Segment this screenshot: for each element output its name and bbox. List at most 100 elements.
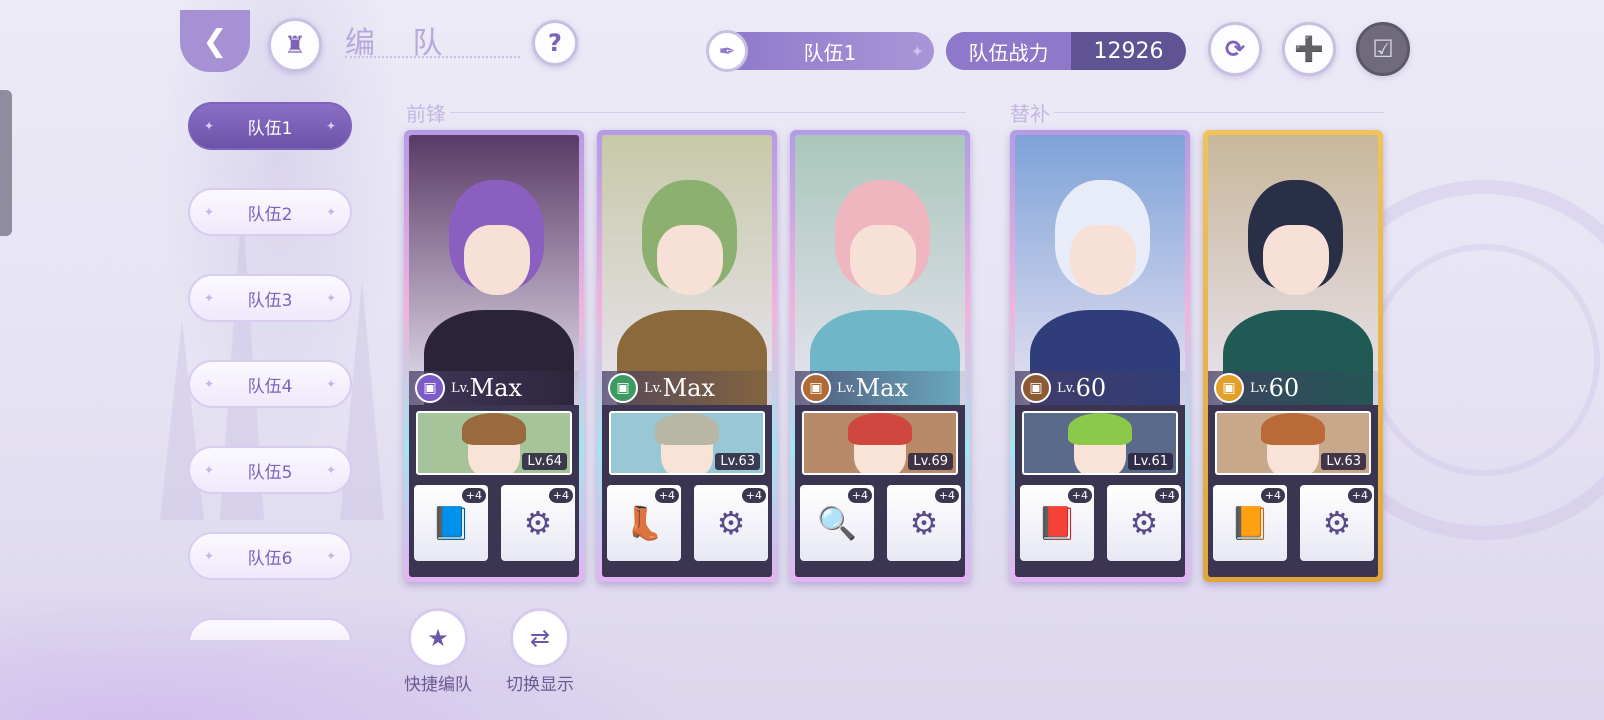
team-list[interactable]: ✦ 队伍1 ✦ ✦ 队伍2 ✦ ✦ 队伍3 ✦ ✦ 队伍4 ✦ ✦ 队伍5 ✦ … bbox=[188, 100, 352, 640]
team-tab-5[interactable]: ✦ 队伍5 ✦ bbox=[188, 446, 352, 494]
back-arrow-icon: ❮ bbox=[202, 23, 228, 59]
support-area: Lv.61 📕 +4 ⚙ +4 bbox=[1015, 405, 1185, 577]
equipment-icon: ⚙ bbox=[523, 504, 553, 542]
boot-icon: ▣ bbox=[608, 373, 638, 403]
team-selector[interactable]: ✒ 队伍1 ✦ bbox=[706, 30, 934, 72]
level-row: ▣ Lv. Max bbox=[602, 371, 772, 405]
enhance-badge: +4 bbox=[847, 488, 872, 503]
support-area: Lv.69 🔍 +4 ⚙ +4 bbox=[795, 405, 965, 577]
section-divider bbox=[1054, 112, 1384, 113]
character-face bbox=[850, 225, 916, 295]
level-prefix: Lv. bbox=[1057, 380, 1076, 396]
level-prefix: Lv. bbox=[644, 380, 663, 396]
help-icon: ? bbox=[548, 29, 562, 57]
equipment-slot[interactable]: 👢 +4 bbox=[607, 485, 681, 561]
switch-display-button[interactable]: ⇄ 切换显示 bbox=[500, 608, 580, 695]
character-portrait bbox=[795, 135, 965, 420]
character-card[interactable]: ▣ Lv. Max Lv.64 📘 +4 ⚙ +4 bbox=[404, 130, 584, 582]
team-power-label: 队伍战力 bbox=[946, 32, 1071, 70]
team-power-value: 12926 bbox=[1093, 38, 1164, 64]
sparkle-icon: ✦ bbox=[204, 205, 215, 219]
character-face bbox=[657, 225, 723, 295]
equipment-slot[interactable]: 🔍 +4 bbox=[800, 485, 874, 561]
equipment-slot[interactable]: ⚙ +4 bbox=[1107, 485, 1181, 561]
equipment-icon: 👢 bbox=[624, 504, 664, 542]
support-level: Lv.63 bbox=[715, 453, 760, 470]
equipment-slot[interactable]: 📕 +4 bbox=[1020, 485, 1094, 561]
back-button[interactable]: ❮ bbox=[180, 10, 250, 72]
character-card[interactable]: ▣ Lv. 60 Lv.61 📕 +4 ⚙ +4 bbox=[1010, 130, 1190, 582]
book-icon: ▣ bbox=[1021, 373, 1051, 403]
character-card[interactable]: ▣ Lv. 60 Lv.63 📙 +4 ⚙ +4 bbox=[1203, 130, 1383, 582]
team-tab-label: 队伍1 bbox=[247, 118, 293, 139]
team-tab-6[interactable]: ✦ 队伍6 ✦ bbox=[188, 532, 352, 580]
card-inner: ▣ Lv. Max Lv.63 👢 +4 ⚙ +4 bbox=[602, 135, 772, 577]
sparkle-icon: ✦ bbox=[204, 377, 215, 391]
character-face bbox=[464, 225, 530, 295]
add-copy-icon: ➕ bbox=[1294, 35, 1324, 63]
team-tab-label: 队伍6 bbox=[247, 548, 293, 569]
character-face bbox=[1263, 225, 1329, 295]
confirm-button[interactable]: ☑ bbox=[1356, 22, 1410, 76]
home-button[interactable]: ♜ bbox=[268, 18, 322, 72]
support-hair bbox=[655, 413, 719, 445]
team-tab-label: 队伍5 bbox=[247, 462, 293, 483]
equipment-slot[interactable]: ⚙ +4 bbox=[501, 485, 575, 561]
character-portrait bbox=[1208, 135, 1378, 420]
enhance-badge: +4 bbox=[461, 488, 486, 503]
support-character[interactable]: Lv.63 bbox=[1215, 411, 1371, 475]
feather-icon: ✒ bbox=[706, 30, 748, 72]
support-character[interactable]: Lv.63 bbox=[609, 411, 765, 475]
team-tab-3[interactable]: ✦ 队伍3 ✦ bbox=[188, 274, 352, 322]
level-prefix: Lv. bbox=[837, 380, 856, 396]
character-card[interactable]: ▣ Lv. Max Lv.69 🔍 +4 ⚙ +4 bbox=[790, 130, 970, 582]
enhance-badge: +4 bbox=[654, 488, 679, 503]
team-tab-2[interactable]: ✦ 队伍2 ✦ bbox=[188, 188, 352, 236]
team-tab-7-partial[interactable] bbox=[188, 618, 352, 640]
enhance-badge: +4 bbox=[548, 488, 573, 503]
level-value: Max bbox=[855, 374, 908, 402]
equipment-slot[interactable]: ⚙ +4 bbox=[1300, 485, 1374, 561]
support-character[interactable]: Lv.69 bbox=[802, 411, 958, 475]
support-character[interactable]: Lv.64 bbox=[416, 411, 572, 475]
team-tab-4[interactable]: ✦ 队伍4 ✦ bbox=[188, 360, 352, 408]
sparkle-icon: ✦ bbox=[204, 291, 215, 305]
add-team-button[interactable]: ➕ bbox=[1282, 22, 1336, 76]
quick-formation-button[interactable]: ★ 快捷编队 bbox=[398, 608, 478, 695]
equipment-slot[interactable]: 📙 +4 bbox=[1213, 485, 1287, 561]
card-inner: ▣ Lv. Max Lv.69 🔍 +4 ⚙ +4 bbox=[795, 135, 965, 577]
level-value: Max bbox=[469, 374, 522, 402]
refresh-icon: ⟳ bbox=[1224, 35, 1246, 63]
side-edge-tab[interactable] bbox=[0, 90, 12, 236]
level-row: ▣ Lv. Max bbox=[409, 371, 579, 405]
equipment-icon: ⚙ bbox=[1129, 504, 1159, 542]
equipment-slot[interactable]: ⚙ +4 bbox=[694, 485, 768, 561]
enhance-badge: +4 bbox=[1347, 488, 1372, 503]
title-decoration bbox=[345, 56, 520, 62]
level-value: Max bbox=[662, 374, 715, 402]
character-card[interactable]: ▣ Lv. Max Lv.63 👢 +4 ⚙ +4 bbox=[597, 130, 777, 582]
book-icon: ▣ bbox=[415, 373, 445, 403]
team-tab-1[interactable]: ✦ 队伍1 ✦ bbox=[188, 102, 352, 150]
support-character[interactable]: Lv.61 bbox=[1022, 411, 1178, 475]
equipment-icon: 🔍 bbox=[817, 504, 857, 542]
refresh-button[interactable]: ⟳ bbox=[1208, 22, 1262, 76]
switch-display-label: 切换显示 bbox=[506, 675, 574, 695]
checklist-icon: ☑ bbox=[1372, 35, 1394, 63]
enhance-badge: +4 bbox=[1260, 488, 1285, 503]
sparkle-icon: ✦ bbox=[325, 549, 336, 563]
support-level: Lv.64 bbox=[522, 453, 567, 470]
character-portrait bbox=[602, 135, 772, 420]
equipment-icon: 📘 bbox=[431, 504, 471, 542]
character-face bbox=[1070, 225, 1136, 295]
equipment-slot[interactable]: ⚙ +4 bbox=[887, 485, 961, 561]
card-inner: ▣ Lv. 60 Lv.61 📕 +4 ⚙ +4 bbox=[1015, 135, 1185, 577]
help-button[interactable]: ? bbox=[532, 20, 578, 66]
level-row: ▣ Lv. 60 bbox=[1015, 371, 1185, 405]
support-area: Lv.64 📘 +4 ⚙ +4 bbox=[409, 405, 579, 577]
section-label-sub: 替补 bbox=[1010, 102, 1050, 126]
level-value: 60 bbox=[1268, 374, 1300, 402]
equipment-slot[interactable]: 📘 +4 bbox=[414, 485, 488, 561]
sparkle-icon: ✦ bbox=[204, 549, 215, 563]
support-hair bbox=[1261, 413, 1325, 445]
